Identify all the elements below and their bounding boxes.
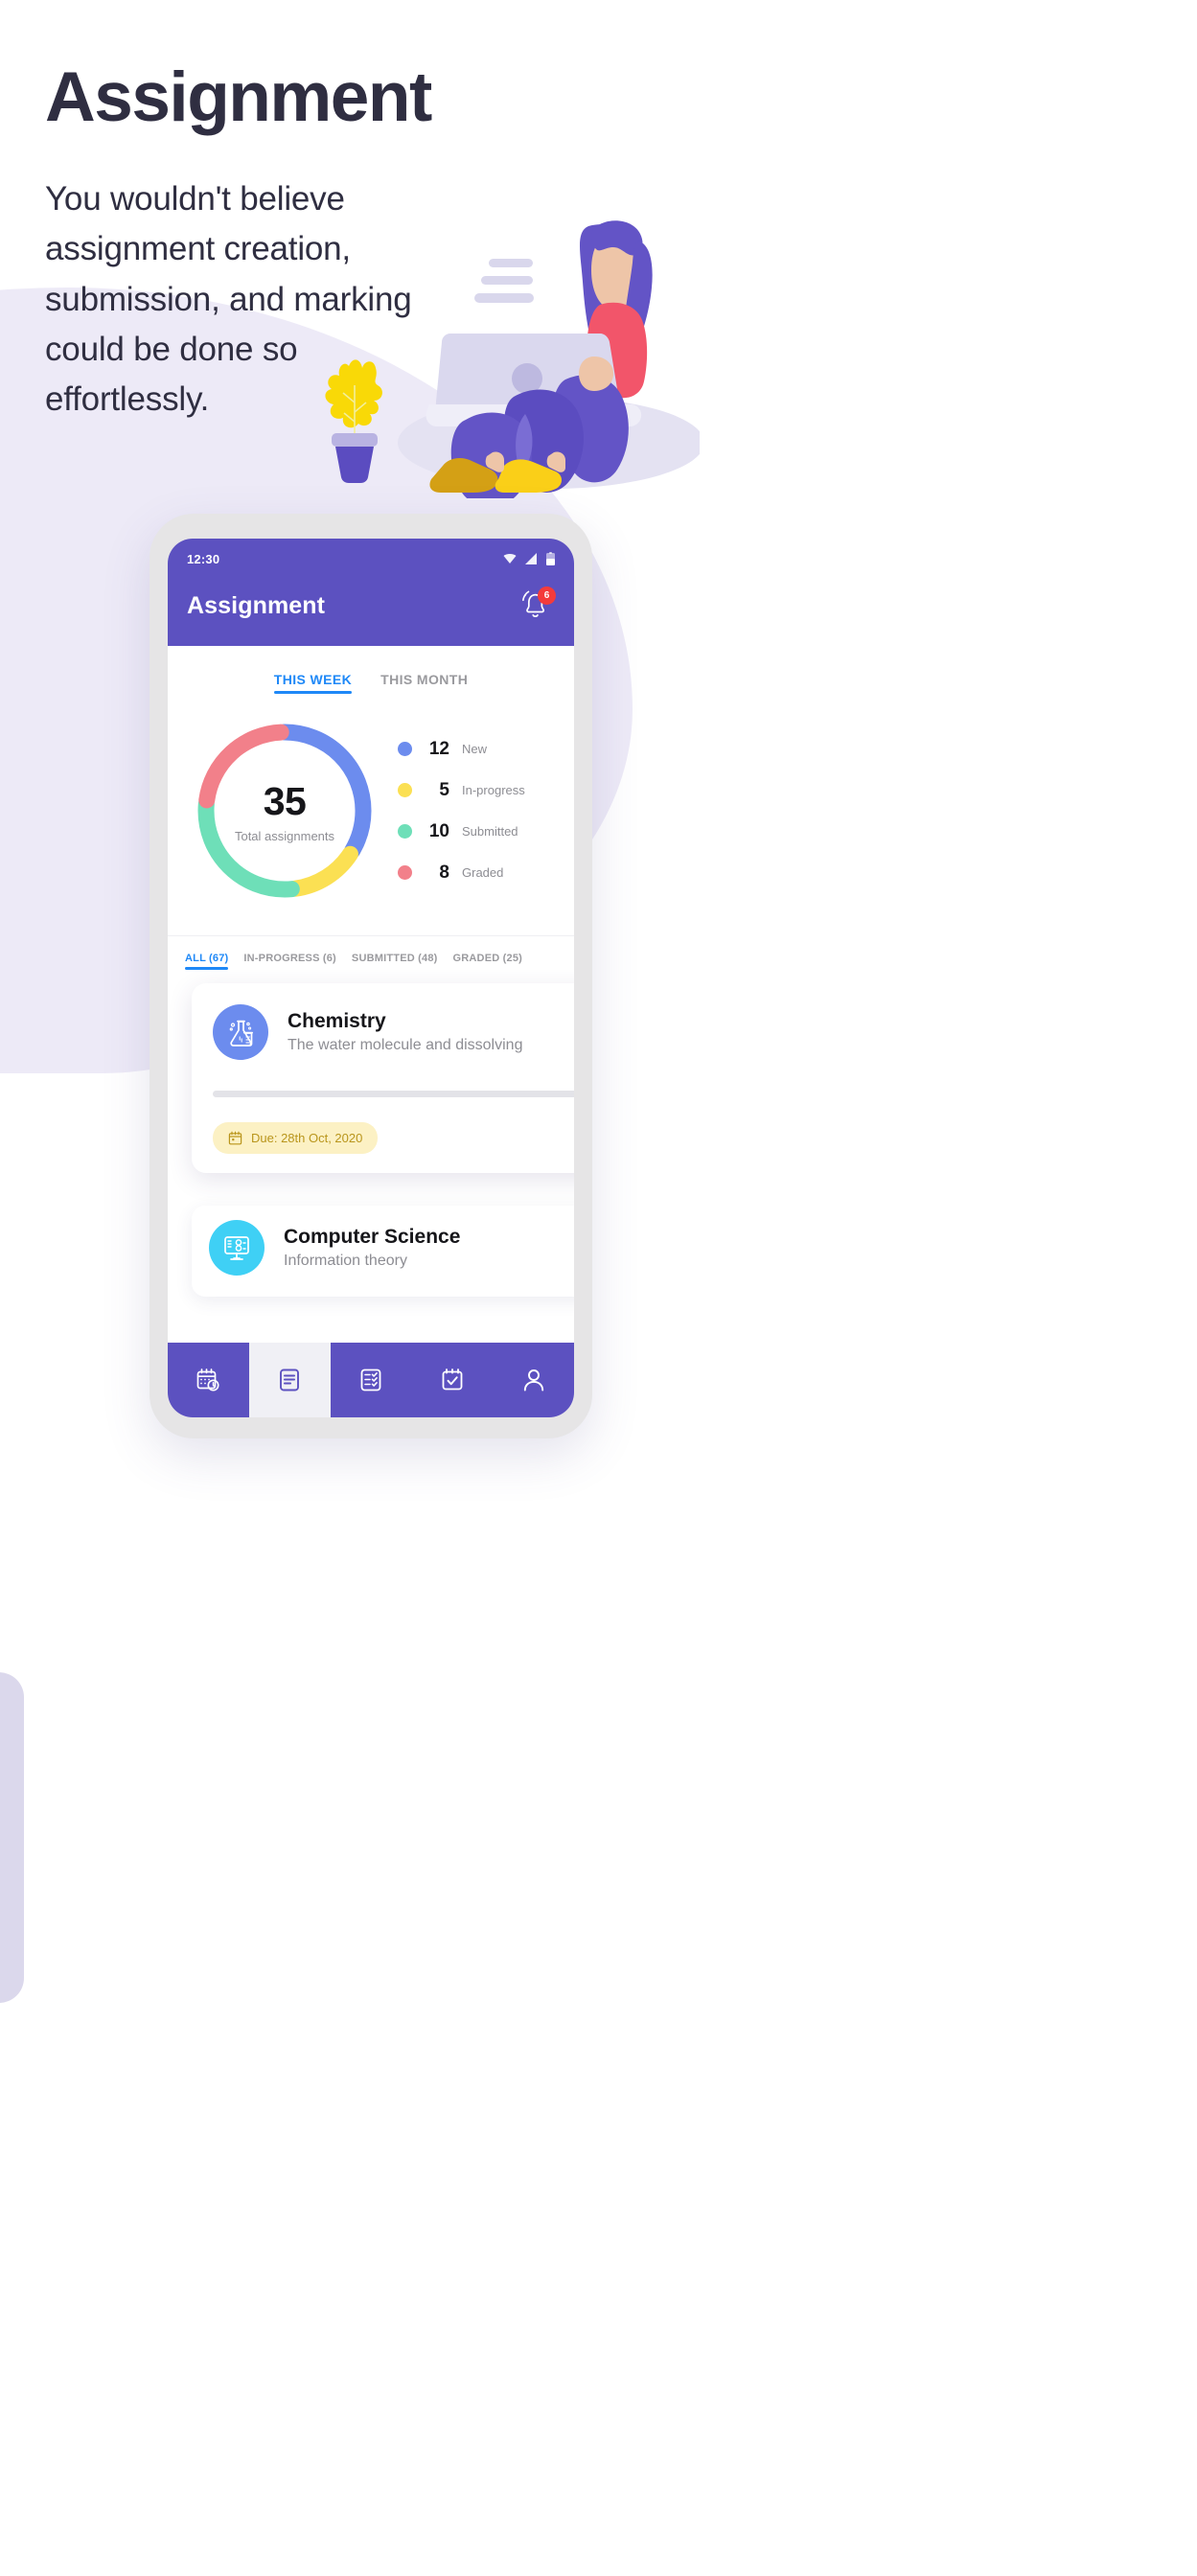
assignment-text-block-cs: Computer Science Information theory [284,1226,460,1270]
legend-dot-submitted [398,824,412,839]
calendar-check-icon [442,1368,463,1391]
battery-icon [546,552,555,565]
nav-item-attendance[interactable] [411,1343,494,1417]
page-title: Assignment [45,58,432,136]
adjacent-phone-edge [0,1672,24,2003]
legend-item-graded: 8 Graded [398,862,525,884]
donut-total-caption: Total assignments [234,828,335,843]
legend-label-submitted: Submitted [462,824,518,839]
progress-bar [213,1091,574,1097]
legend-item-in-progress: 5 In-progress [398,780,525,801]
status-bar: 12:30 [187,548,555,569]
nav-item-assignments[interactable] [248,1343,331,1417]
legend-label-in-progress: In-progress [462,783,525,797]
legend-item-new: 12 New [398,739,525,760]
assignment-card-chemistry[interactable]: NEW [192,983,574,1173]
filter-tab-submitted[interactable]: SUBMITTED (48) [352,953,438,970]
donut-total-value: 35 [263,778,307,823]
app-title: Assignment [187,591,326,619]
hero-text-block: Assignment You wouldn't believe assignme… [45,58,457,425]
donut-center-label: 35 Total assignments [189,715,380,907]
phone-screen: 12:30 Assignment 6 THIS WEEK THIS MONTH … [168,539,574,1417]
notification-badge: 6 [538,586,556,605]
calendar-icon [228,1131,242,1145]
chemistry-flask-icon [213,1004,268,1060]
range-tab-bar: THIS WEEK THIS MONTH [168,646,574,694]
legend-value-in-progress: 5 [439,779,449,800]
assignment-description-cs: Information theory [284,1253,407,1269]
nav-item-grading[interactable] [330,1343,412,1417]
assignment-card-header: Chemistry The water molecule and dissolv… [213,1004,574,1060]
assignment-progress-row: 0% [213,1087,574,1101]
wifi-icon [503,554,517,564]
nav-item-profile[interactable] [493,1343,574,1417]
status-time: 12:30 [187,551,220,566]
legend-value-submitted: 10 [428,820,449,841]
filter-tab-in-progress[interactable]: IN-PROGRESS (6) [243,953,336,970]
phone-mockup: 12:30 Assignment 6 THIS WEEK THIS MONTH … [150,514,592,1438]
nav-item-schedule[interactable] [168,1343,249,1417]
donut-ring: 35 Total assignments [189,715,380,907]
legend-dot-graded [398,865,412,880]
assignment-text-block-chem: Chemistry The water molecule and dissolv… [288,1010,522,1054]
notification-button[interactable]: 6 [517,586,556,625]
page-subtitle: You wouldn't believe assignment creation… [45,180,412,418]
legend-label-graded: Graded [462,865,504,880]
assignment-subject-chemistry: Chemistry [288,1010,386,1032]
assignment-filter-tabs: ALL (67) IN-PROGRESS (6) SUBMITTED (48) … [168,936,574,970]
poster-root: Assignment You wouldn't believe assignme… [0,0,1197,2576]
app-bar: 12:30 Assignment 6 [168,539,574,646]
bottom-navigation [168,1343,574,1417]
calendar-clock-icon [196,1368,219,1392]
legend-value-graded: 8 [439,862,449,883]
legend-label-new: New [462,742,488,756]
due-date-label: Due: 28th Oct, 2020 [251,1131,363,1145]
legend-value-new: 12 [428,738,449,759]
tab-this-month[interactable]: THIS MONTH [380,672,468,694]
assignment-description-chemistry: The water molecule and dissolving [288,1037,523,1053]
computer-monitor-icon [209,1220,265,1276]
filter-tab-graded[interactable]: GRADED (25) [453,953,523,970]
document-lines-icon [280,1368,300,1392]
assignment-card-computer-science[interactable]: Computer Science Information theory [192,1206,574,1297]
tab-this-week[interactable]: THIS WEEK [273,672,353,694]
signal-icon [525,553,537,564]
person-icon [523,1369,543,1392]
checklist-icon [360,1368,381,1392]
status-icon-group [503,552,555,565]
legend-item-submitted: 10 Submitted [398,821,525,842]
donut-legend: 12 New 5 In-progress 10 Submitted 8 Grad… [390,739,525,884]
due-date-badge: Due: 28th Oct, 2020 [213,1122,379,1154]
legend-dot-new [398,742,412,756]
assignment-subject-cs: Computer Science [284,1226,461,1248]
app-bar-row: Assignment 6 [187,569,556,646]
legend-dot-in-progress [398,783,412,797]
assignments-donut-chart: 35 Total assignments 12 New 5 In-progres… [168,694,574,907]
filter-tab-all[interactable]: ALL (67) [185,953,229,970]
